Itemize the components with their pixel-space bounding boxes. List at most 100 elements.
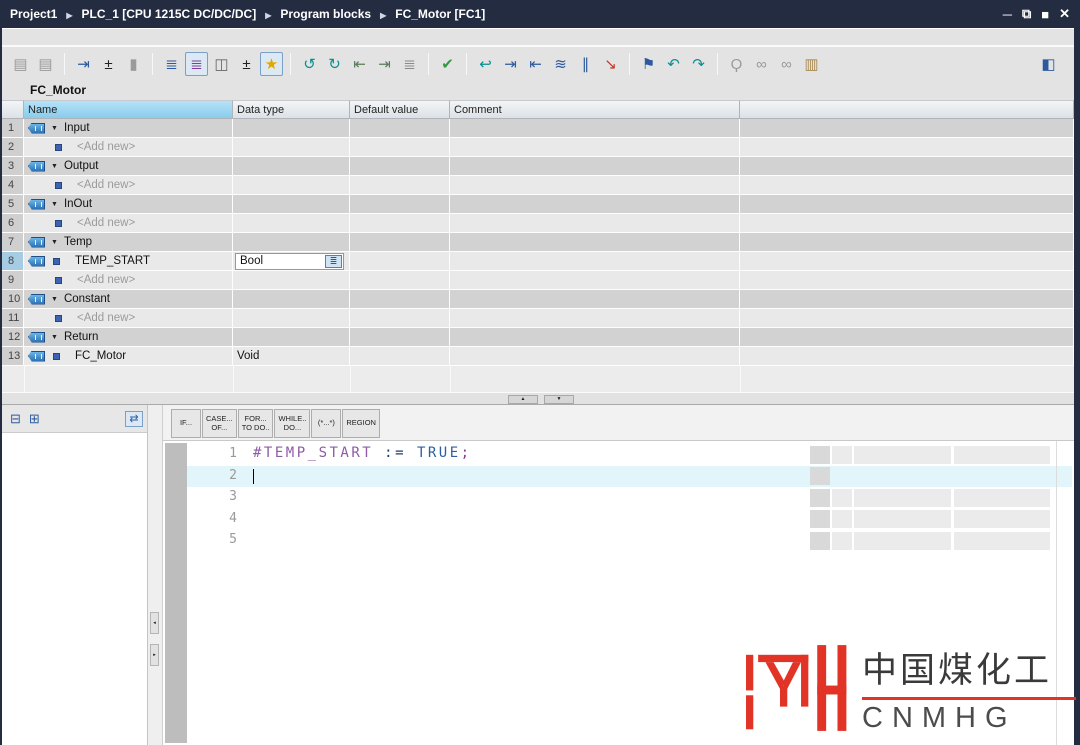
empty-cell[interactable] bbox=[740, 252, 1074, 271]
set-bookmark-icon[interactable]: ⚑ bbox=[637, 52, 660, 76]
data-block-lock-icon[interactable]: ▥ bbox=[800, 52, 823, 76]
comment-cell[interactable] bbox=[450, 176, 740, 195]
data-type-edit-field[interactable]: Bool≣ bbox=[235, 253, 344, 270]
monitor-all-icon[interactable]: ◫ bbox=[210, 52, 233, 76]
row-number[interactable]: 6 bbox=[2, 214, 24, 233]
comment-cell[interactable] bbox=[450, 252, 740, 271]
comment-cell[interactable] bbox=[450, 195, 740, 214]
name-cell[interactable]: ▼Constant bbox=[24, 290, 233, 309]
default-value-cell[interactable] bbox=[350, 271, 450, 290]
row-number[interactable]: 2 bbox=[2, 138, 24, 157]
empty-cell[interactable] bbox=[740, 233, 1074, 252]
table-row[interactable]: 13FC_MotorVoid bbox=[2, 347, 1074, 366]
close-button[interactable]: ✕ bbox=[1059, 6, 1070, 22]
empty-cell[interactable] bbox=[740, 290, 1074, 309]
breadcrumb-item[interactable]: FC_Motor [FC1] bbox=[395, 7, 485, 21]
breadcrumb-item[interactable]: Program blocks bbox=[280, 7, 371, 21]
maximize-button[interactable]: ■ bbox=[1041, 7, 1049, 22]
table-row[interactable]: 8TEMP_STARTBool≣ bbox=[2, 252, 1074, 271]
data-type-browse-button[interactable]: ≣ bbox=[325, 255, 342, 268]
column-header-empty[interactable] bbox=[2, 100, 24, 119]
name-cell[interactable]: ▼InOut bbox=[24, 195, 233, 214]
collapse-triangle-icon[interactable]: ▼ bbox=[51, 334, 58, 341]
table-row[interactable]: 7▼Temp bbox=[2, 233, 1074, 252]
column-header-name[interactable]: Name bbox=[24, 100, 233, 119]
table-row[interactable]: 10▼Constant bbox=[2, 290, 1074, 309]
row-number[interactable]: 11 bbox=[2, 309, 24, 328]
outline-view-icon[interactable]: ≣ bbox=[160, 52, 183, 76]
comment-cell[interactable] bbox=[450, 290, 740, 309]
default-value-cell[interactable] bbox=[350, 195, 450, 214]
data-type-cell[interactable] bbox=[233, 328, 350, 347]
default-value-cell[interactable] bbox=[350, 176, 450, 195]
discard-changes-icon[interactable]: ↺ bbox=[298, 52, 321, 76]
splitter-collapse-down-button[interactable]: ▼ bbox=[544, 395, 574, 404]
row-number[interactable]: 3 bbox=[2, 157, 24, 176]
row-number[interactable]: 5 bbox=[2, 195, 24, 214]
name-cell[interactable]: ▼Temp bbox=[24, 233, 233, 252]
empty-cell[interactable] bbox=[740, 214, 1074, 233]
collapse-outline-icon[interactable]: ⊟ bbox=[10, 411, 21, 427]
row-number[interactable]: 1 bbox=[2, 119, 24, 138]
goto-error-icon[interactable]: ↘ bbox=[599, 52, 622, 76]
collapse-triangle-icon[interactable]: ▼ bbox=[51, 163, 58, 170]
tab-if[interactable]: IF... bbox=[171, 409, 201, 438]
default-value-cell[interactable] bbox=[350, 119, 450, 138]
row-number[interactable]: 13 bbox=[2, 347, 24, 366]
previous-bookmark-icon[interactable]: ↶ bbox=[662, 52, 685, 76]
monitor-glasses-start-icon[interactable]: ∞ bbox=[750, 52, 773, 76]
code-line[interactable]: 4 bbox=[187, 509, 1072, 531]
name-cell[interactable]: FC_Motor bbox=[24, 347, 233, 366]
add-row-icon[interactable]: ▤ bbox=[34, 52, 57, 76]
table-row[interactable]: 6<Add new> bbox=[2, 214, 1074, 233]
compile-icon[interactable]: ✔ bbox=[436, 52, 459, 76]
empty-cell[interactable] bbox=[740, 119, 1074, 138]
row-number[interactable]: 4 bbox=[2, 176, 24, 195]
empty-cell[interactable] bbox=[740, 328, 1074, 347]
data-type-cell[interactable] bbox=[233, 119, 350, 138]
expand-outline-icon[interactable]: ⊞ bbox=[29, 411, 40, 427]
empty-cell[interactable] bbox=[740, 195, 1074, 214]
data-type-cell[interactable] bbox=[233, 157, 350, 176]
data-type-cell[interactable]: Bool≣ bbox=[233, 252, 350, 271]
comment-cell[interactable] bbox=[450, 157, 740, 176]
default-value-cell[interactable] bbox=[350, 252, 450, 271]
collapse-triangle-icon[interactable]: ▼ bbox=[51, 201, 58, 208]
empty-cell[interactable] bbox=[740, 347, 1074, 366]
comment-cell[interactable] bbox=[450, 271, 740, 290]
row-number[interactable]: 12 bbox=[2, 328, 24, 347]
tab-case[interactable]: CASE...OF... bbox=[202, 409, 237, 438]
data-type-cell[interactable] bbox=[233, 309, 350, 328]
default-value-cell[interactable] bbox=[350, 214, 450, 233]
tab-comment[interactable]: (*...*) bbox=[311, 409, 341, 438]
collapse-triangle-icon[interactable]: ▼ bbox=[51, 125, 58, 132]
comment-cell[interactable] bbox=[450, 233, 740, 252]
window-layout-button[interactable]: ◧ bbox=[1037, 52, 1060, 76]
name-cell[interactable]: <Add new> bbox=[24, 309, 233, 328]
format-code-icon[interactable]: ≋ bbox=[549, 52, 572, 76]
expanded-mode-icon[interactable]: ≣ bbox=[185, 52, 208, 76]
row-number[interactable]: 10 bbox=[2, 290, 24, 309]
tab-region[interactable]: REGION bbox=[342, 409, 380, 438]
row-number[interactable]: 9 bbox=[2, 271, 24, 290]
next-bookmark-icon[interactable]: ↷ bbox=[687, 52, 710, 76]
collapse-triangle-icon[interactable]: ▼ bbox=[51, 239, 58, 246]
code-line[interactable]: 2 bbox=[187, 466, 1072, 488]
code-line[interactable]: 1#TEMP_START := TRUE; bbox=[187, 444, 1072, 466]
data-type-cell[interactable] bbox=[233, 138, 350, 157]
empty-cell[interactable] bbox=[740, 271, 1074, 290]
restore-button[interactable]: ⧉ bbox=[1022, 6, 1031, 22]
empty-cell[interactable] bbox=[740, 176, 1074, 195]
mark-lines-icon[interactable]: ∥ bbox=[574, 52, 597, 76]
download-snapshot-icon[interactable]: ↻ bbox=[323, 52, 346, 76]
table-row[interactable]: 11<Add new> bbox=[2, 309, 1074, 328]
comment-cell[interactable] bbox=[450, 347, 740, 366]
name-cell[interactable]: <Add new> bbox=[24, 176, 233, 195]
minimize-button[interactable]: ─ bbox=[1003, 7, 1012, 22]
comment-cell[interactable] bbox=[450, 119, 740, 138]
column-header-data-type[interactable]: Data type bbox=[233, 100, 350, 119]
table-row[interactable]: 3▼Output bbox=[2, 157, 1074, 176]
empty-cell[interactable] bbox=[740, 157, 1074, 176]
row-number[interactable]: 8 bbox=[2, 252, 24, 271]
data-type-cell[interactable] bbox=[233, 176, 350, 195]
